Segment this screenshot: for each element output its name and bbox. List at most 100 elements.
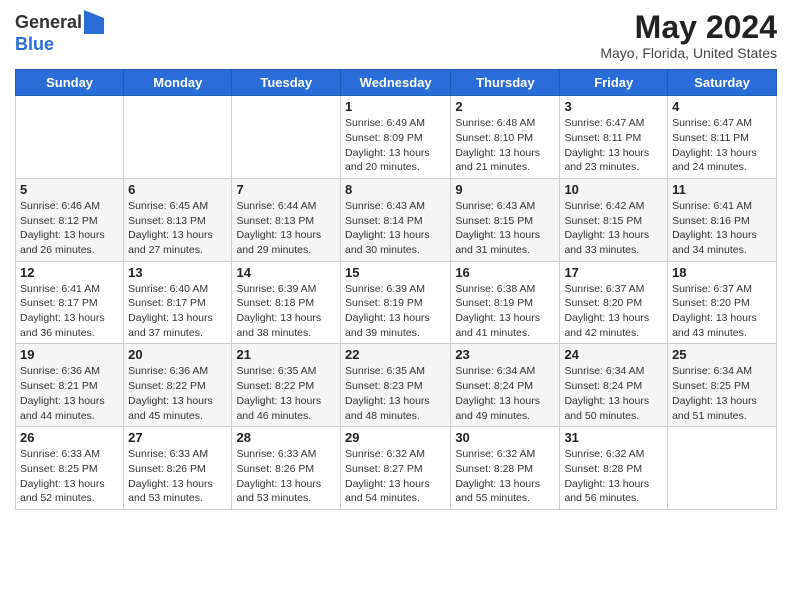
calendar-week-5: 26 Sunrise: 6:33 AM Sunset: 8:25 PM Dayli… [16, 427, 777, 510]
day-number: 30 [455, 430, 555, 445]
day-number: 2 [455, 99, 555, 114]
day-number: 7 [236, 182, 336, 197]
day-info: Sunrise: 6:39 AM Sunset: 8:19 PM Dayligh… [345, 282, 446, 341]
day-info: Sunrise: 6:35 AM Sunset: 8:23 PM Dayligh… [345, 364, 446, 423]
col-saturday: Saturday [668, 70, 777, 96]
calendar-cell: 30Sunrise: 6:32 AM Sunset: 8:28 PM Dayli… [451, 427, 560, 510]
calendar-cell: 13 Sunrise: 6:40 AM Sunset: 8:17 PM Dayli… [124, 261, 232, 344]
day-info: Sunrise: 6:40 AM Sunset: 8:17 PM Dayligh… [128, 282, 227, 341]
col-thursday: Thursday [451, 70, 560, 96]
calendar-cell: 6 Sunrise: 6:45 AM Sunset: 8:13 PM Daylig… [124, 178, 232, 261]
day-number: 12 [20, 265, 119, 280]
calendar-cell: 20Sunrise: 6:36 AM Sunset: 8:22 PM Dayli… [124, 344, 232, 427]
day-info: Sunrise: 6:43 AM Sunset: 8:14 PM Dayligh… [345, 199, 446, 258]
day-info: Sunrise: 6:34 AM Sunset: 8:24 PM Dayligh… [455, 364, 555, 423]
logo: General Blue [15, 10, 104, 55]
day-number: 5 [20, 182, 119, 197]
day-info: Sunrise: 6:41 AM Sunset: 8:17 PM Dayligh… [20, 282, 119, 341]
day-info: Sunrise: 6:45 AM Sunset: 8:13 PM Dayligh… [128, 199, 227, 258]
calendar-week-1: 1 Sunrise: 6:49 AM Sunset: 8:09 PM Daylig… [16, 96, 777, 179]
calendar-cell: 10 Sunrise: 6:42 AM Sunset: 8:15 PM Dayli… [560, 178, 668, 261]
calendar-cell: 24 Sunrise: 6:34 AM Sunset: 8:24 PM Dayli… [560, 344, 668, 427]
day-number: 29 [345, 430, 446, 445]
calendar-cell: 2 Sunrise: 6:48 AM Sunset: 8:10 PM Daylig… [451, 96, 560, 179]
day-number: 15 [345, 265, 446, 280]
calendar-cell [668, 427, 777, 510]
day-info: Sunrise: 6:44 AM Sunset: 8:13 PM Dayligh… [236, 199, 336, 258]
col-friday: Friday [560, 70, 668, 96]
calendar-cell: 31 Sunrise: 6:32 AM Sunset: 8:28 PM Dayli… [560, 427, 668, 510]
day-info: Sunrise: 6:47 AM Sunset: 8:11 PM Dayligh… [672, 116, 772, 175]
calendar-title: May 2024 [600, 10, 777, 45]
day-info: Sunrise: 6:37 AM Sunset: 8:20 PM Dayligh… [564, 282, 663, 341]
calendar-cell: 19Sunrise: 6:36 AM Sunset: 8:21 PM Dayli… [16, 344, 124, 427]
day-number: 23 [455, 347, 555, 362]
day-number: 6 [128, 182, 227, 197]
calendar-cell: 7 Sunrise: 6:44 AM Sunset: 8:13 PM Daylig… [232, 178, 341, 261]
col-tuesday: Tuesday [232, 70, 341, 96]
calendar-cell: 17Sunrise: 6:37 AM Sunset: 8:20 PM Dayli… [560, 261, 668, 344]
calendar-cell: 16Sunrise: 6:38 AM Sunset: 8:19 PM Dayli… [451, 261, 560, 344]
day-number: 11 [672, 182, 772, 197]
day-number: 31 [564, 430, 663, 445]
calendar-table: Sunday Monday Tuesday Wednesday Thursday… [15, 69, 777, 510]
day-number: 4 [672, 99, 772, 114]
calendar-cell: 15 Sunrise: 6:39 AM Sunset: 8:19 PM Dayli… [341, 261, 451, 344]
calendar-cell [232, 96, 341, 179]
calendar-cell: 25Sunrise: 6:34 AM Sunset: 8:25 PM Dayli… [668, 344, 777, 427]
col-sunday: Sunday [16, 70, 124, 96]
day-info: Sunrise: 6:37 AM Sunset: 8:20 PM Dayligh… [672, 282, 772, 341]
day-number: 14 [236, 265, 336, 280]
day-number: 28 [236, 430, 336, 445]
day-number: 3 [564, 99, 663, 114]
day-number: 16 [455, 265, 555, 280]
day-number: 25 [672, 347, 772, 362]
logo-icon [84, 10, 104, 34]
calendar-cell: 1 Sunrise: 6:49 AM Sunset: 8:09 PM Daylig… [341, 96, 451, 179]
calendar-cell: 12 Sunrise: 6:41 AM Sunset: 8:17 PM Dayli… [16, 261, 124, 344]
calendar-cell: 23 Sunrise: 6:34 AM Sunset: 8:24 PM Dayli… [451, 344, 560, 427]
day-info: Sunrise: 6:32 AM Sunset: 8:27 PM Dayligh… [345, 447, 446, 506]
day-number: 8 [345, 182, 446, 197]
page: General Blue May 2024 Mayo, Florida, Uni… [0, 0, 792, 612]
day-number: 27 [128, 430, 227, 445]
calendar-cell [16, 96, 124, 179]
calendar-cell: 18Sunrise: 6:37 AM Sunset: 8:20 PM Dayli… [668, 261, 777, 344]
day-info: Sunrise: 6:35 AM Sunset: 8:22 PM Dayligh… [236, 364, 336, 423]
day-number: 13 [128, 265, 227, 280]
calendar-cell: 26 Sunrise: 6:33 AM Sunset: 8:25 PM Dayli… [16, 427, 124, 510]
day-info: Sunrise: 6:33 AM Sunset: 8:25 PM Dayligh… [20, 447, 119, 506]
day-number: 21 [236, 347, 336, 362]
day-info: Sunrise: 6:48 AM Sunset: 8:10 PM Dayligh… [455, 116, 555, 175]
calendar-cell [124, 96, 232, 179]
day-info: Sunrise: 6:41 AM Sunset: 8:16 PM Dayligh… [672, 199, 772, 258]
day-info: Sunrise: 6:32 AM Sunset: 8:28 PM Dayligh… [564, 447, 663, 506]
calendar-cell: 14 Sunrise: 6:39 AM Sunset: 8:18 PM Dayli… [232, 261, 341, 344]
title-block: May 2024 Mayo, Florida, United States [600, 10, 777, 61]
calendar-cell: 4 Sunrise: 6:47 AM Sunset: 8:11 PM Daylig… [668, 96, 777, 179]
day-info: Sunrise: 6:46 AM Sunset: 8:12 PM Dayligh… [20, 199, 119, 258]
calendar-cell: 5 Sunrise: 6:46 AM Sunset: 8:12 PM Daylig… [16, 178, 124, 261]
day-info: Sunrise: 6:47 AM Sunset: 8:11 PM Dayligh… [564, 116, 663, 175]
day-info: Sunrise: 6:33 AM Sunset: 8:26 PM Dayligh… [128, 447, 227, 506]
logo-blue: Blue [15, 34, 54, 54]
day-info: Sunrise: 6:34 AM Sunset: 8:24 PM Dayligh… [564, 364, 663, 423]
day-number: 26 [20, 430, 119, 445]
calendar-week-4: 19Sunrise: 6:36 AM Sunset: 8:21 PM Dayli… [16, 344, 777, 427]
day-info: Sunrise: 6:42 AM Sunset: 8:15 PM Dayligh… [564, 199, 663, 258]
calendar-cell: 27 Sunrise: 6:33 AM Sunset: 8:26 PM Dayli… [124, 427, 232, 510]
calendar-cell: 9 Sunrise: 6:43 AM Sunset: 8:15 PM Daylig… [451, 178, 560, 261]
day-number: 10 [564, 182, 663, 197]
day-info: Sunrise: 6:49 AM Sunset: 8:09 PM Dayligh… [345, 116, 446, 175]
calendar-cell: 22Sunrise: 6:35 AM Sunset: 8:23 PM Dayli… [341, 344, 451, 427]
day-number: 9 [455, 182, 555, 197]
header-row: Sunday Monday Tuesday Wednesday Thursday… [16, 70, 777, 96]
calendar-cell: 28Sunrise: 6:33 AM Sunset: 8:26 PM Dayli… [232, 427, 341, 510]
day-number: 24 [564, 347, 663, 362]
day-info: Sunrise: 6:39 AM Sunset: 8:18 PM Dayligh… [236, 282, 336, 341]
day-info: Sunrise: 6:43 AM Sunset: 8:15 PM Dayligh… [455, 199, 555, 258]
calendar-cell: 21 Sunrise: 6:35 AM Sunset: 8:22 PM Dayli… [232, 344, 341, 427]
day-number: 1 [345, 99, 446, 114]
col-monday: Monday [124, 70, 232, 96]
header: General Blue May 2024 Mayo, Florida, Uni… [15, 10, 777, 61]
